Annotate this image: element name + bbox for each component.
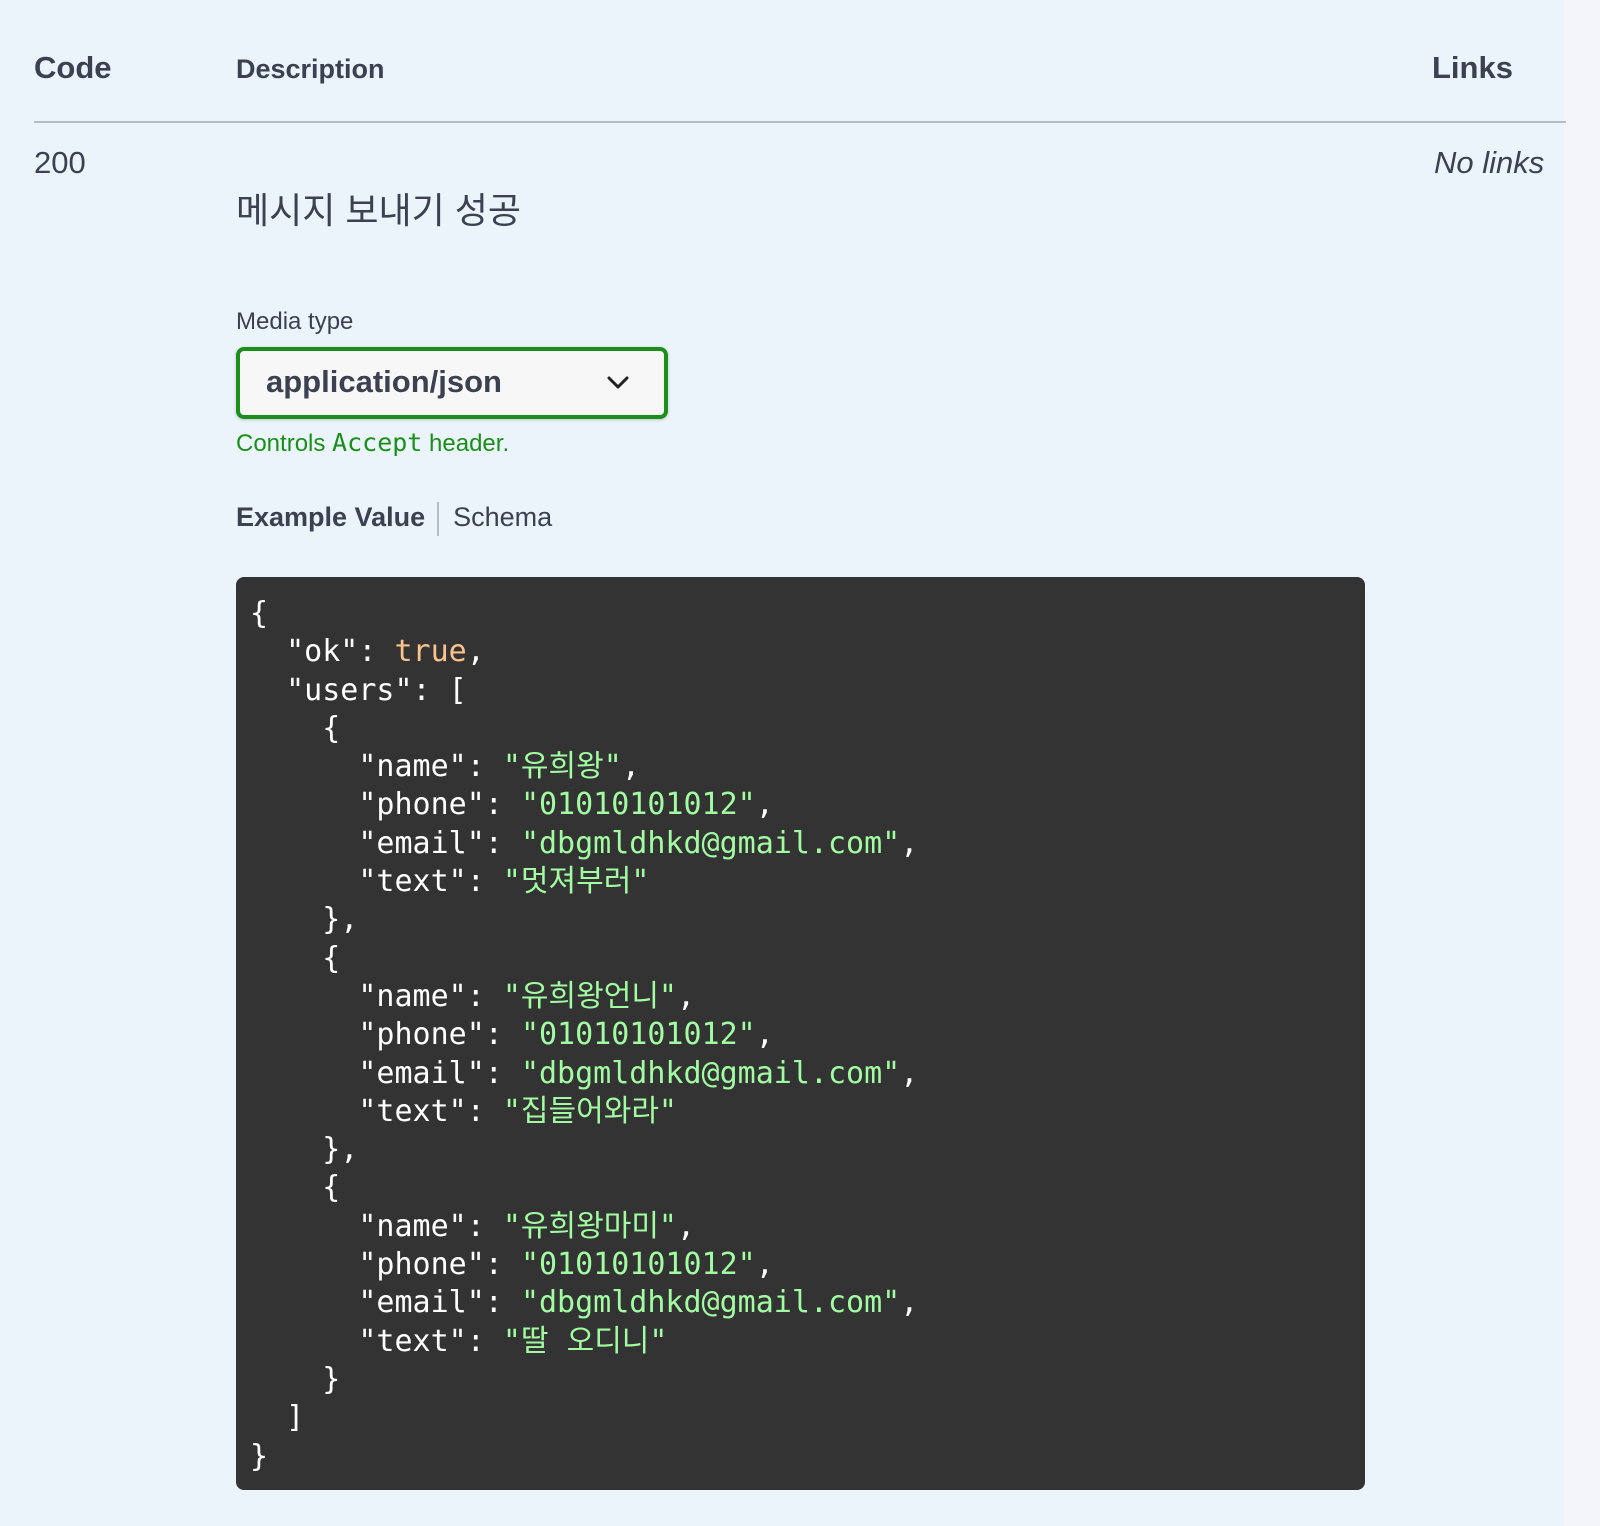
example-schema-tabs: Example Value Schema (236, 502, 552, 538)
response-status-code: 200 (34, 145, 86, 180)
json-string-value: "01010101012" (520, 1247, 756, 1283)
media-type-help-text: Controls Accept header. (236, 428, 509, 458)
json-string-value: "dbgmldhkd@gmail.com" (520, 1285, 901, 1321)
json-string-value: "01010101012" (520, 1017, 756, 1053)
example-json: { "ok": true, "users": [ { "name": "유희왕"… (250, 596, 919, 1474)
column-header-code: Code (34, 50, 112, 85)
help-text-prefix: Controls (236, 430, 326, 457)
column-header-description: Description (236, 54, 385, 84)
help-text-suffix: header. (429, 430, 510, 457)
json-string-value: "유희왕언니" (502, 978, 677, 1014)
chevron-down-icon (607, 376, 629, 389)
page-edge-shade (1564, 0, 1600, 1526)
json-string-value: "멋져부러" (502, 864, 650, 900)
json-string-value: "유희왕마미" (502, 1208, 677, 1244)
example-value-code-block: { "ok": true, "users": [ { "name": "유희왕"… (236, 577, 1365, 1490)
responses-table-header: Code Description Links (34, 0, 1566, 123)
json-string-value: "집들어와라" (502, 1093, 677, 1129)
media-type-label: Media type (236, 308, 354, 335)
column-header-links: Links (1432, 50, 1513, 85)
json-string-value: "dbgmldhkd@gmail.com" (520, 825, 901, 861)
media-type-selected-value: application/json (266, 364, 502, 399)
response-links: No links (1434, 145, 1545, 180)
tab-schema[interactable]: Schema (453, 502, 552, 532)
json-string-value: "딸 오디니" (502, 1323, 668, 1359)
json-string-value: "01010101012" (520, 787, 756, 823)
json-boolean-value: true (394, 634, 467, 670)
media-type-select[interactable]: application/json (236, 347, 668, 419)
response-description: 메시지 보내기 성공 (236, 190, 521, 231)
tab-divider (437, 502, 440, 536)
json-string-value: "유희왕" (502, 749, 622, 785)
json-string-value: "dbgmldhkd@gmail.com" (520, 1055, 901, 1091)
help-text-header-name: Accept (332, 428, 423, 457)
tab-example-value[interactable]: Example Value (236, 502, 425, 532)
